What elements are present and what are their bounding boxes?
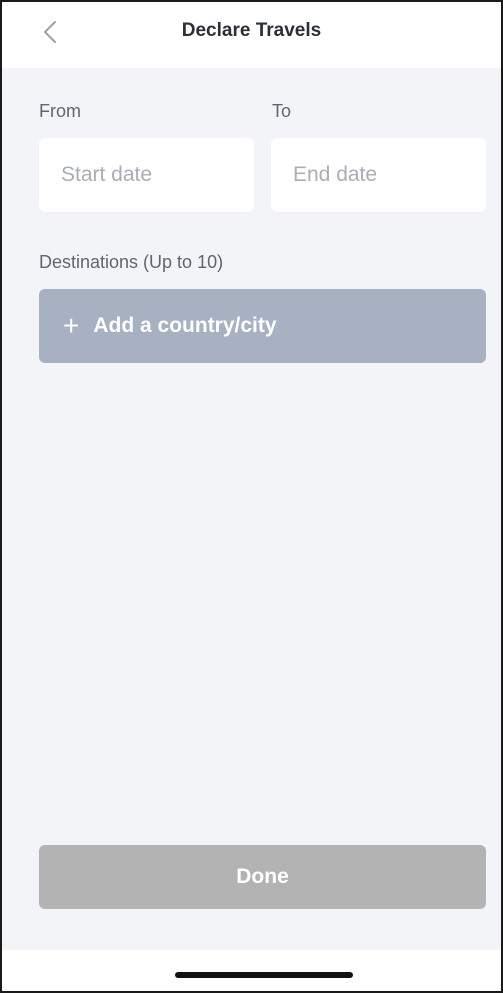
start-date-input[interactable] (39, 138, 254, 212)
nav-header: Declare Travels (2, 2, 501, 68)
to-label: To (272, 101, 292, 121)
app-screen: Declare Travels From To Destinations (Up… (0, 0, 503, 993)
add-destination-button[interactable]: + Add a country/city (39, 289, 486, 363)
form-content: From To Destinations (Up to 10) + Add a … (2, 68, 501, 950)
home-indicator[interactable] (175, 972, 353, 978)
from-label: From (39, 101, 81, 121)
add-destination-label: Add a country/city (93, 314, 277, 337)
end-date-input[interactable] (271, 138, 486, 212)
done-button[interactable]: Done (39, 845, 486, 909)
plus-icon: + (63, 310, 80, 341)
page-title: Declare Travels (181, 20, 322, 41)
home-bar-area (2, 950, 501, 991)
destinations-label: Destinations (Up to 10) (39, 252, 224, 272)
